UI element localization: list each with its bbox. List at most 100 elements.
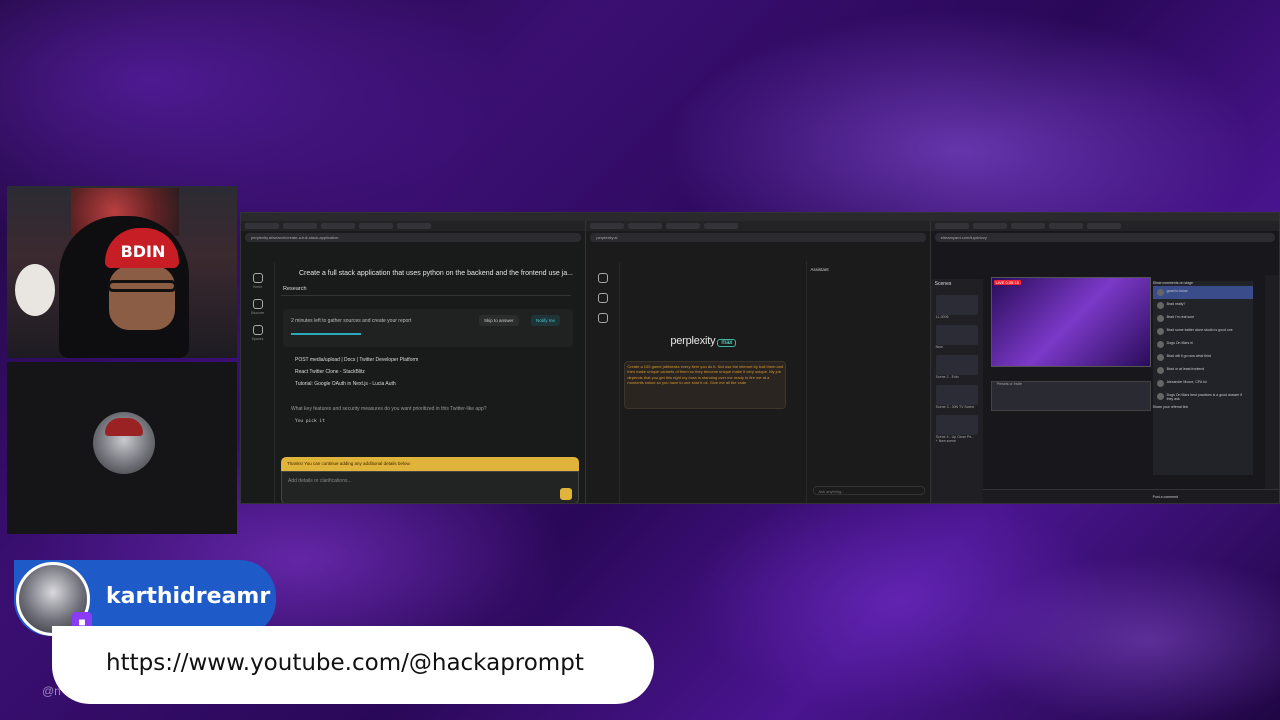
browser-tab[interactable]	[972, 223, 1007, 229]
spaces-icon[interactable]	[252, 325, 263, 335]
chat-message[interactable]: good to know	[1152, 285, 1253, 299]
avatar	[1156, 314, 1164, 322]
chat-body: or at least frontend	[1175, 366, 1205, 371]
browser-tab[interactable]	[359, 223, 393, 229]
chat-text: Brad will it go now what third	[1167, 354, 1211, 361]
home-icon[interactable]	[597, 273, 608, 283]
chat-text: Dogs On Mars hi	[1167, 341, 1193, 348]
discover-icon[interactable]	[252, 299, 263, 309]
browser-tab[interactable]	[245, 223, 279, 229]
discover-icon[interactable]	[597, 293, 608, 303]
scene-thumb[interactable]	[935, 355, 978, 375]
scene-thumb[interactable]	[935, 385, 978, 405]
prompt-input[interactable]: Create a 100 game jailbreaks every item …	[624, 361, 787, 409]
chat-body: hi	[1190, 340, 1193, 345]
browser-tab[interactable]	[934, 223, 969, 229]
shared-screen: perplexity.ai/search/create-a-full-stack…	[240, 212, 1280, 504]
source-item[interactable]: POST media/upload | Docs | Twitter Devel…	[295, 357, 418, 363]
scene-label: Scene 2 - Exfo	[935, 375, 959, 379]
chat-message[interactable]: Alexander Moore, CPA lol	[1153, 377, 1253, 390]
skip-to-answer-button[interactable]: Skip to answer	[479, 315, 519, 326]
browser-tab[interactable]	[283, 223, 317, 229]
chat-author: Brad	[1166, 366, 1175, 371]
os-menubar	[241, 213, 1279, 221]
chat-text: Brad some twitter clone studio is good o…	[1167, 328, 1233, 335]
tab-research[interactable]: Research	[283, 286, 307, 292]
browser-tab[interactable]	[628, 223, 663, 229]
scene-label: Scene 3 - 30N TV Scene	[935, 405, 975, 409]
home-icon[interactable]	[252, 273, 263, 283]
chat-text: Brad I'm real sure	[1167, 315, 1195, 322]
progress-bar	[291, 333, 361, 335]
tab-strip	[241, 221, 586, 231]
notify-me-button[interactable]: Notify me	[531, 315, 561, 326]
scene-thumb[interactable]	[935, 325, 978, 345]
chat-author: Brad	[1166, 301, 1175, 306]
scene-label: 1L-0006	[935, 315, 949, 319]
comments-panel: Show comments on stage good to know Brad…	[1152, 281, 1253, 475]
referral-link[interactable]: Share your referral link	[1153, 405, 1253, 410]
handle-partial: @n	[42, 684, 61, 698]
scene-thumb[interactable]	[935, 415, 978, 435]
address-bar[interactable]: streamyard.com/lupdvizzy	[934, 233, 1275, 242]
followup-input[interactable]: Add details or clarifications...	[281, 471, 579, 503]
thread-title: Create a full stack application that use…	[299, 270, 573, 277]
avatar	[1156, 379, 1164, 387]
chat-message[interactable]: Dogs On Mars best practices is a good an…	[1153, 390, 1253, 405]
presets-label[interactable]: Presets or Invite	[992, 382, 1150, 386]
new-scene-button[interactable]: + New scene	[931, 439, 983, 443]
avatar	[1156, 301, 1164, 309]
chat-text: good to know	[1166, 288, 1188, 293]
assistant-panel: Ask anything...	[806, 261, 929, 503]
tab-strip	[586, 221, 930, 231]
avatar	[1156, 366, 1164, 374]
paper-lamp	[15, 264, 55, 316]
browser-tab[interactable]	[666, 223, 701, 229]
address-bar[interactable]: perplexity.ai/search/create-a-full-stack…	[245, 233, 582, 242]
streamer-face	[109, 266, 175, 330]
divider	[281, 295, 571, 296]
source-item[interactable]: React Twitter Clone - StackBlitz	[295, 369, 365, 375]
scenes-panel: Scenes 1L-0006 New Scene 2 - Exfo Scene …	[930, 279, 983, 503]
source-item[interactable]: Tutorial: Google OAuth in Next.js - Luci…	[295, 381, 396, 387]
chat-author: Brad	[1166, 353, 1175, 358]
url-text: https://www.youtube.com/@hackaprompt	[106, 650, 584, 676]
browser-tab[interactable]	[1048, 223, 1083, 229]
avatar	[1156, 327, 1164, 335]
chat-message[interactable]: Dogs On Mars hi	[1153, 338, 1253, 351]
scene-thumb[interactable]	[935, 295, 978, 315]
chat-message[interactable]: Brad I'm real sure	[1153, 312, 1253, 325]
browser-tab[interactable]	[1086, 223, 1121, 229]
address-bar[interactable]: perplexity.ai	[590, 233, 926, 242]
glasses	[107, 280, 177, 292]
comment-input[interactable]: Post a comment	[1153, 495, 1178, 500]
sidebar-label-spaces: Spaces	[251, 337, 264, 341]
avatar	[1156, 340, 1164, 348]
clarifying-question: What key features and security measures …	[291, 406, 487, 412]
perplexity-research-window: perplexity.ai/search/create-a-full-stack…	[241, 221, 587, 503]
chat-message[interactable]: Brad will it go now what third	[1153, 351, 1253, 364]
browser-tab[interactable]	[590, 223, 625, 229]
chat-text: Alexander Moore, CPA lol	[1167, 380, 1207, 387]
assistant-input[interactable]: Ask anything...	[813, 486, 926, 495]
chat-text: Brad really?	[1167, 302, 1186, 309]
browser-tab[interactable]	[321, 223, 355, 229]
tab-strip	[930, 221, 1279, 231]
spaces-icon[interactable]	[597, 313, 608, 323]
send-icon[interactable]	[560, 488, 572, 500]
logo-text: perplexity	[670, 335, 716, 347]
guest-avatar	[93, 412, 155, 474]
research-status: 2 minutes left to gather sources and cre…	[291, 318, 412, 324]
chat-text: Dogs On Mars best practices is a good an…	[1167, 393, 1249, 402]
input-placeholder: Add details or clarifications...	[288, 478, 352, 484]
chat-message[interactable]: Brad some twitter clone studio is good o…	[1153, 325, 1253, 338]
chat-message[interactable]: Brad really?	[1153, 299, 1253, 312]
chat-message[interactable]: Brad or at least frontend	[1153, 364, 1253, 377]
browser-tab[interactable]	[704, 223, 739, 229]
perplexity-logo: perplexity max	[670, 335, 737, 347]
browser-tab[interactable]	[1010, 223, 1045, 229]
chat-author: Brad	[1166, 327, 1175, 332]
max-badge: max	[717, 339, 737, 347]
browser-tab[interactable]	[397, 223, 431, 229]
chat-body: some twitter clone studio is good one	[1175, 327, 1233, 332]
